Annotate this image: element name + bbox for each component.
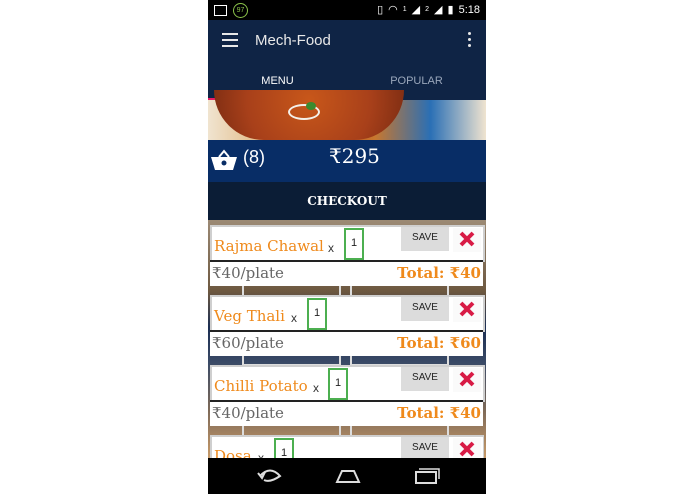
sim1-label: 1 [402,6,407,13]
cart-summary-bar: (8) ₹295 [208,140,486,182]
recents-icon[interactable] [412,467,440,485]
item-total: Total: ₹60 [397,334,481,352]
quantity-input[interactable]: 1 [307,298,327,330]
clock: 5:18 [458,3,480,16]
item-name: Chilli Potato [214,377,308,395]
herb-garnish [306,102,316,110]
basket-icon[interactable] [210,148,238,172]
delete-button[interactable] [453,438,481,458]
wifi-icon: ◠ [388,4,398,16]
quantity-input[interactable]: 1 [328,368,348,400]
cart-total-price: ₹295 [329,144,380,168]
item-total: Total: ₹40 [397,264,481,282]
overflow-menu-icon[interactable] [468,32,472,50]
back-icon[interactable] [256,467,284,485]
image-notification-icon [214,5,227,16]
cart-item: Rajma Chawal x 1 SAVE ₹40/plate Total: ₹… [210,225,485,286]
delete-icon [459,441,475,457]
cart-item: Chilli Potato x 1 SAVE ₹40/plate Total: … [210,365,485,426]
save-button[interactable]: SAVE [401,367,449,391]
cart-item-card: Dosa x 1 SAVE [210,435,484,458]
status-bar: 97 ▯ ◠ 1 ◢ 2 ◢ ▮ 5:18 [208,0,486,20]
battery-badge-icon: 97 [233,3,248,18]
delete-button[interactable] [453,228,481,252]
item-name: Rajma Chawal [214,237,324,255]
vibrate-icon: ▯ [377,4,384,16]
tab-popular[interactable]: POPULAR [347,75,486,87]
times-label: x [328,241,334,255]
phone-screen: 97 ▯ ◠ 1 ◢ 2 ◢ ▮ 5:18 Mech-Food MENU POP… [208,0,486,494]
cart-item-card: Veg Thali x 1 SAVE [210,295,485,332]
hamburger-menu-icon[interactable] [222,33,238,47]
tab-menu[interactable]: MENU [208,75,347,87]
cart-item-price-row: ₹40/plate Total: ₹40 [210,260,483,286]
cart-item: Veg Thali x 1 SAVE ₹60/plate Total: ₹60 [210,295,485,356]
app-title: Mech-Food [255,32,331,49]
delete-icon [459,301,475,317]
times-label: x [258,451,264,458]
delete-icon [459,231,475,247]
price-per-plate: ₹40/plate [212,264,284,282]
cart-item-card: Chilli Potato x 1 SAVE [210,365,485,402]
save-button[interactable]: SAVE [401,297,449,321]
cart-count: (8) [243,147,265,167]
checkout-button[interactable]: CHECKOUT [208,182,486,220]
delete-button[interactable] [453,368,481,392]
cart-item-price-row: ₹40/plate Total: ₹40 [210,400,483,426]
sim2-label: 2 [425,6,430,13]
delete-icon [459,371,475,387]
quantity-input[interactable]: 1 [274,438,294,458]
cart-item-card: Rajma Chawal x 1 SAVE [210,225,485,262]
delete-button[interactable] [453,298,481,322]
item-name: Dosa [214,447,252,458]
system-nav-bar [208,458,486,494]
app-bar: Mech-Food [208,20,486,62]
times-label: x [313,381,319,395]
item-name: Veg Thali [214,307,285,325]
signal2-icon: ◢ [434,4,443,16]
home-icon[interactable] [334,467,362,485]
save-button[interactable]: SAVE [401,437,449,458]
price-per-plate: ₹60/plate [212,334,284,352]
signal1-icon: ◢ [411,4,421,16]
save-button[interactable]: SAVE [401,227,449,251]
cart-item: Dosa x 1 SAVE [210,435,484,458]
quantity-input[interactable]: 1 [344,228,364,260]
times-label: x [291,311,297,325]
price-per-plate: ₹40/plate [212,404,284,422]
food-banner-image [208,90,486,140]
cart-item-price-row: ₹60/plate Total: ₹60 [210,330,483,356]
battery-icon: ▮ [447,4,454,16]
item-total: Total: ₹40 [397,404,481,422]
